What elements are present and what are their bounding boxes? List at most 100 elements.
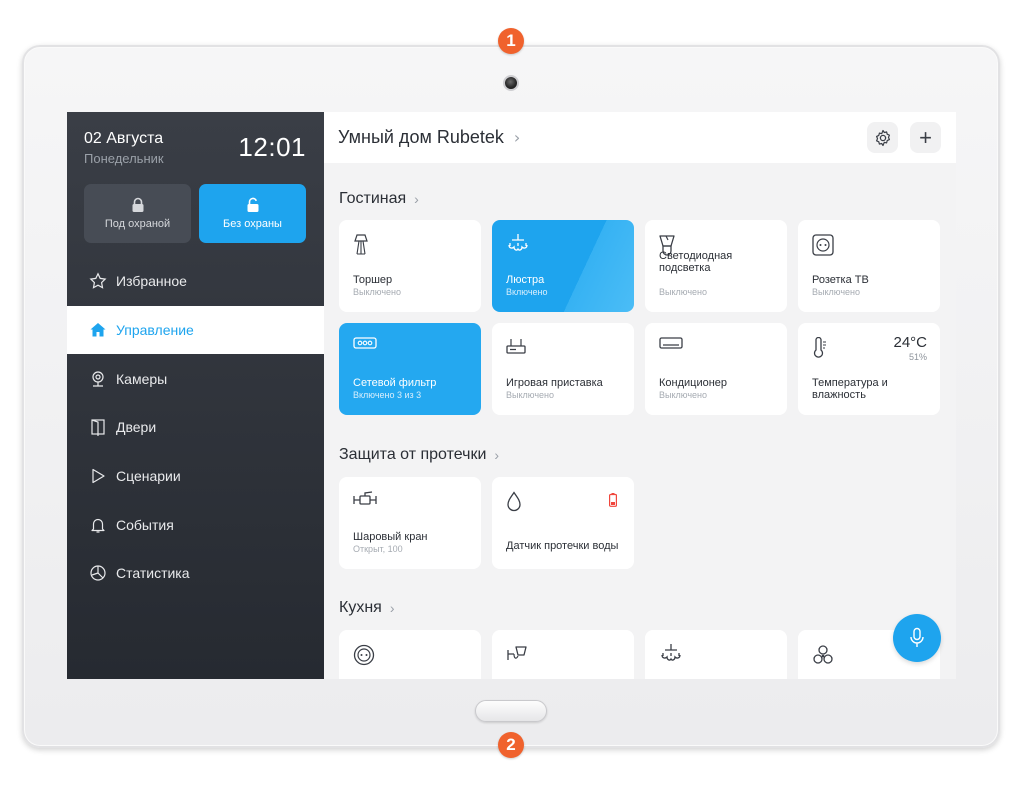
tile-name: Розетка ТВ — [812, 274, 869, 286]
play-icon — [92, 468, 105, 484]
sidebar-nav: Избранное Управление Камеры Двери Сценар… — [67, 257, 324, 598]
sidebar-item-label: Избранное — [116, 273, 187, 290]
valve-icon — [353, 491, 377, 505]
temperature-value: 24°C — [893, 334, 927, 351]
microphone-icon — [910, 627, 924, 647]
gear-icon — [875, 129, 890, 146]
section-title-text: Защита от протечки — [339, 446, 487, 463]
tile-tv-socket[interactable]: Розетка ТВ Выключено — [798, 220, 940, 312]
tile-name: Кондиционер — [659, 377, 728, 389]
sidebar-item-label: Сценарии — [116, 468, 181, 485]
sidebar-item-scenarios[interactable]: Сценарии — [67, 452, 324, 501]
tile-air-conditioner[interactable]: Кондиционер Выключено — [645, 323, 787, 415]
date-label: 02 Августа — [84, 130, 164, 147]
callout-marker-1: 1 — [498, 28, 524, 54]
tile-name: Игровая приставка — [506, 377, 603, 389]
sidebar-item-favorites[interactable]: Избранное — [67, 257, 324, 306]
screen: 02 Августа Понедельник 12:01 Под охраной… — [67, 112, 956, 679]
chart-icon — [90, 565, 106, 582]
chevron-right-icon: › — [389, 600, 395, 616]
tile-status: Выключено — [353, 287, 401, 297]
tile-name: Торшер — [353, 274, 393, 286]
tile-status: Выключено — [506, 390, 554, 400]
disarmed-label: Без охраны — [223, 218, 282, 230]
tile-chandelier[interactable]: Люстра Включено — [492, 220, 634, 312]
callout-marker-2: 2 — [498, 732, 524, 758]
header: Умный дом Rubetek › + — [324, 112, 956, 163]
voice-assistant-button[interactable] — [893, 614, 941, 662]
tile-name: Датчик протечки воды — [506, 540, 619, 552]
unlock-icon — [247, 197, 258, 212]
game-console-icon — [506, 339, 526, 354]
tile-power-strip[interactable]: Сетевой фильтр Включено 3 из 3 — [339, 323, 481, 415]
chandelier-icon — [508, 234, 528, 251]
page-title[interactable]: Умный дом Rubetek — [338, 127, 504, 148]
tile-name: Температура и влажность — [812, 377, 888, 401]
sidebar-item-label: Двери — [116, 419, 157, 436]
socket-icon — [353, 644, 375, 666]
socket-icon — [812, 234, 834, 256]
section-title-text: Кухня — [339, 599, 382, 616]
disarmed-button[interactable]: Без охраны — [199, 184, 306, 243]
tile-status: Открыт, 100 — [353, 544, 403, 554]
add-button[interactable]: + — [910, 122, 941, 153]
main-content: Умный дом Rubetek › + Гостиная › Торшер … — [324, 112, 956, 679]
sidebar-item-label: Камеры — [116, 370, 168, 387]
tile-kitchen-socket[interactable] — [339, 630, 481, 679]
section-title-leak-protection[interactable]: Защита от протечки › — [339, 446, 499, 464]
sidebar-item-label: События — [116, 516, 174, 533]
tile-status: Выключено — [659, 287, 707, 297]
tile-kitchen-chandelier[interactable] — [645, 630, 787, 679]
wall-lamp-icon — [507, 646, 527, 660]
front-camera — [503, 75, 519, 91]
chevron-right-icon: › — [414, 191, 419, 207]
section-title-living-room[interactable]: Гостиная › — [339, 190, 419, 208]
thermometer-icon — [813, 337, 826, 358]
tile-floor-lamp[interactable]: Торшер Выключено — [339, 220, 481, 312]
sidebar-item-cameras[interactable]: Камеры — [67, 354, 324, 403]
tile-ball-valve[interactable]: Шаровый кран Открыт, 100 — [339, 477, 481, 569]
clock: 12:01 — [238, 132, 306, 162]
sidebar-item-control[interactable]: Управление — [67, 305, 324, 355]
home-button[interactable] — [475, 700, 547, 722]
star-icon — [89, 272, 107, 290]
settings-button[interactable] — [867, 122, 898, 153]
door-icon — [91, 419, 105, 437]
tile-kitchen-wall-lamp[interactable] — [492, 630, 634, 679]
tile-name: Светодиодная подсветка — [659, 250, 733, 274]
home-icon — [90, 323, 106, 337]
tile-name: Шаровый кран — [353, 531, 428, 543]
air-conditioner-icon — [659, 337, 683, 349]
tile-name: Сетевой фильтр — [353, 377, 437, 389]
section-title-text: Гостиная — [339, 190, 407, 207]
battery-low-icon — [609, 493, 617, 507]
section-title-kitchen[interactable]: Кухня › — [339, 599, 395, 617]
fan-icon — [813, 645, 833, 664]
armed-button[interactable]: Под охраной — [84, 184, 191, 243]
tile-game-console[interactable]: Игровая приставка Выключено — [492, 323, 634, 415]
chandelier-icon — [661, 644, 681, 661]
camera-icon — [92, 371, 104, 387]
tile-status: Выключено — [659, 390, 707, 400]
tile-name: Люстра — [506, 274, 545, 286]
sidebar-item-statistics[interactable]: Статистика — [67, 549, 324, 598]
humidity-value: 51% — [908, 352, 927, 362]
tile-leak-sensor[interactable]: Датчик протечки воды — [492, 477, 634, 569]
weekday-label: Понедельник — [84, 151, 164, 166]
chevron-right-icon: › — [494, 447, 500, 463]
sidebar: 02 Августа Понедельник 12:01 Под охраной… — [67, 112, 324, 679]
power-strip-icon — [353, 337, 377, 349]
chevron-right-icon: › — [513, 128, 521, 147]
sidebar-item-events[interactable]: События — [67, 500, 324, 549]
tile-status: Включено — [506, 287, 548, 297]
water-drop-icon — [507, 491, 521, 512]
sidebar-item-label: Статистика — [116, 565, 190, 582]
sidebar-item-label: Управление — [116, 322, 194, 339]
tile-led-strip[interactable]: Светодиодная подсветка Выключено — [645, 220, 787, 312]
bell-icon — [91, 518, 105, 533]
sidebar-item-doors[interactable]: Двери — [67, 403, 324, 452]
tile-temperature-humidity[interactable]: 24°C 51% Температура и влажность — [798, 323, 940, 415]
tile-status: Включено 3 из 3 — [353, 390, 422, 400]
floor-lamp-icon — [354, 234, 368, 255]
tile-status: Выключено — [812, 287, 860, 297]
